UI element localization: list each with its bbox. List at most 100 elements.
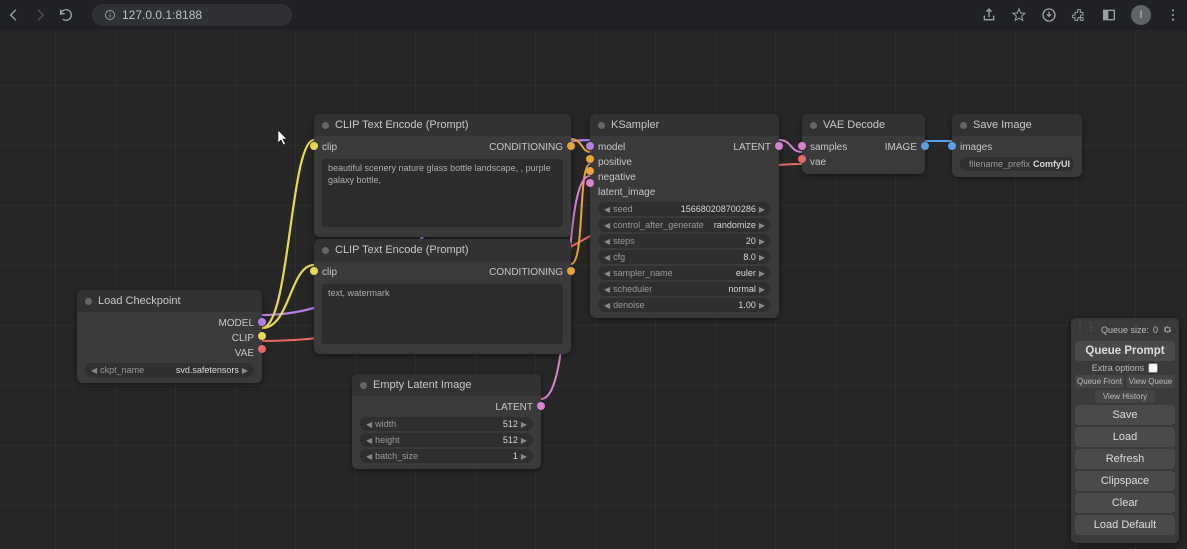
queue-front-button[interactable]: Queue Front xyxy=(1075,375,1124,388)
chevron-left-icon[interactable]: ◀ xyxy=(366,452,372,461)
chevron-left-icon[interactable]: ◀ xyxy=(366,420,372,429)
chevron-right-icon[interactable]: ▶ xyxy=(759,221,765,230)
port-images-in[interactable] xyxy=(948,142,956,150)
chevron-right-icon[interactable]: ▶ xyxy=(759,253,765,262)
download-icon[interactable] xyxy=(1041,7,1057,23)
port-conditioning-out[interactable] xyxy=(567,267,575,275)
filename-prefix-widget[interactable]: filename_prefix ComfyUI xyxy=(960,157,1074,171)
steps-widget[interactable]: ◀steps20▶ xyxy=(598,234,771,248)
chevron-right-icon[interactable]: ▶ xyxy=(759,285,765,294)
port-model-in[interactable] xyxy=(586,142,594,150)
node-vae-decode[interactable]: VAE Decode samples IMAGE vae xyxy=(802,114,925,174)
node-ksampler[interactable]: KSampler modelLATENT positive negative l… xyxy=(590,114,779,318)
save-button[interactable]: Save xyxy=(1075,405,1175,425)
menu-icon[interactable] xyxy=(1165,7,1181,23)
chevron-left-icon[interactable]: ◀ xyxy=(604,205,610,214)
node-header[interactable]: VAE Decode xyxy=(802,114,925,136)
chevron-right-icon[interactable]: ▶ xyxy=(521,452,527,461)
share-icon[interactable] xyxy=(981,7,997,23)
queue-prompt-button[interactable]: Queue Prompt xyxy=(1075,341,1175,361)
forward-button[interactable] xyxy=(32,7,48,23)
chevron-right-icon[interactable]: ▶ xyxy=(759,301,765,310)
view-queue-button[interactable]: View Queue xyxy=(1126,375,1175,388)
node-save-image[interactable]: Save Image images filename_prefix ComfyU… xyxy=(952,114,1082,177)
control-panel[interactable]: ⋮⋮ Queue size: 0 Queue Prompt Extra opti… xyxy=(1071,318,1179,543)
star-icon[interactable] xyxy=(1011,7,1027,23)
port-clip-in[interactable] xyxy=(310,267,318,275)
batch-size-widget[interactable]: ◀batch_size1▶ xyxy=(360,449,533,463)
view-history-button[interactable]: View History xyxy=(1095,390,1155,403)
port-latent-in[interactable] xyxy=(586,179,594,187)
ckpt-name-widget[interactable]: ◀ ckpt_name svd.safetensors ▶ xyxy=(85,363,254,377)
avatar[interactable]: I xyxy=(1131,5,1151,25)
chevron-right-icon[interactable]: ▶ xyxy=(242,366,248,375)
port-negative-in[interactable] xyxy=(586,167,594,175)
chevron-left-icon[interactable]: ◀ xyxy=(604,221,610,230)
collapse-dot-icon[interactable] xyxy=(598,122,605,129)
port-vae-in[interactable] xyxy=(798,155,806,163)
denoise-widget[interactable]: ◀denoise1.00▶ xyxy=(598,298,771,312)
node-header[interactable]: Save Image xyxy=(952,114,1082,136)
prompt-textarea[interactable]: beautiful scenery nature glass bottle la… xyxy=(322,159,563,227)
port-conditioning-out[interactable] xyxy=(567,142,575,150)
width-widget[interactable]: ◀width512▶ xyxy=(360,417,533,431)
sampler-name-widget[interactable]: ◀sampler_nameeuler▶ xyxy=(598,266,771,280)
refresh-button[interactable]: Refresh xyxy=(1075,449,1175,469)
extra-options-checkbox[interactable] xyxy=(1148,363,1158,373)
drag-handle-icon[interactable]: ⋮⋮ xyxy=(1075,322,1097,333)
collapse-dot-icon[interactable] xyxy=(322,122,329,129)
node-empty-latent-image[interactable]: Empty Latent Image LATENT ◀width512▶ ◀he… xyxy=(352,374,541,469)
prompt-textarea[interactable]: text, watermark xyxy=(322,284,563,344)
clear-button[interactable]: Clear xyxy=(1075,493,1175,513)
node-canvas[interactable]: Load Checkpoint MODEL CLIP VAE ◀ ckpt_na… xyxy=(0,30,1187,549)
load-default-button[interactable]: Load Default xyxy=(1075,515,1175,535)
control-after-generate-widget[interactable]: ◀control_after_generaterandomize▶ xyxy=(598,218,771,232)
node-header[interactable]: CLIP Text Encode (Prompt) xyxy=(314,239,571,261)
scheduler-widget[interactable]: ◀schedulernormal▶ xyxy=(598,282,771,296)
chevron-left-icon[interactable]: ◀ xyxy=(91,366,97,375)
height-widget[interactable]: ◀height512▶ xyxy=(360,433,533,447)
gear-icon[interactable] xyxy=(1162,324,1173,335)
node-header[interactable]: Empty Latent Image xyxy=(352,374,541,396)
chevron-right-icon[interactable]: ▶ xyxy=(521,420,527,429)
chevron-left-icon[interactable]: ◀ xyxy=(604,237,610,246)
node-header[interactable]: CLIP Text Encode (Prompt) xyxy=(314,114,571,136)
chevron-left-icon[interactable]: ◀ xyxy=(604,253,610,262)
seed-widget[interactable]: ◀seed156680208700286▶ xyxy=(598,202,771,216)
port-vae-out[interactable] xyxy=(258,345,266,353)
chevron-left-icon[interactable]: ◀ xyxy=(604,301,610,310)
port-samples-in[interactable] xyxy=(798,142,806,150)
port-latent-out[interactable] xyxy=(537,402,545,410)
cfg-widget[interactable]: ◀cfg8.0▶ xyxy=(598,250,771,264)
port-clip-in[interactable] xyxy=(310,142,318,150)
port-image-out[interactable] xyxy=(921,142,929,150)
collapse-dot-icon[interactable] xyxy=(322,247,329,254)
chevron-right-icon[interactable]: ▶ xyxy=(759,205,765,214)
extensions-icon[interactable] xyxy=(1071,7,1087,23)
collapse-dot-icon[interactable] xyxy=(85,298,92,305)
collapse-dot-icon[interactable] xyxy=(810,122,817,129)
back-button[interactable] xyxy=(6,7,22,23)
chevron-right-icon[interactable]: ▶ xyxy=(759,269,765,278)
node-header[interactable]: KSampler xyxy=(590,114,779,136)
chevron-right-icon[interactable]: ▶ xyxy=(759,237,765,246)
node-header[interactable]: Load Checkpoint xyxy=(77,290,262,312)
node-clip-text-encode-negative[interactable]: CLIP Text Encode (Prompt) clip CONDITION… xyxy=(314,239,571,354)
chevron-left-icon[interactable]: ◀ xyxy=(366,436,372,445)
load-button[interactable]: Load xyxy=(1075,427,1175,447)
port-clip-out[interactable] xyxy=(258,332,266,340)
collapse-dot-icon[interactable] xyxy=(960,122,967,129)
reload-button[interactable] xyxy=(58,7,74,23)
chevron-right-icon[interactable]: ▶ xyxy=(521,436,527,445)
collapse-dot-icon[interactable] xyxy=(360,382,367,389)
port-latent-out[interactable] xyxy=(775,142,783,150)
port-positive-in[interactable] xyxy=(586,155,594,163)
node-clip-text-encode-positive[interactable]: CLIP Text Encode (Prompt) clip CONDITION… xyxy=(314,114,571,237)
chevron-left-icon[interactable]: ◀ xyxy=(604,285,610,294)
url-bar[interactable]: 127.0.0.1:8188 xyxy=(92,4,292,26)
node-load-checkpoint[interactable]: Load Checkpoint MODEL CLIP VAE ◀ ckpt_na… xyxy=(77,290,262,383)
chevron-left-icon[interactable]: ◀ xyxy=(604,269,610,278)
port-model-out[interactable] xyxy=(258,318,266,326)
panel-icon[interactable] xyxy=(1101,7,1117,23)
clipspace-button[interactable]: Clipspace xyxy=(1075,471,1175,491)
